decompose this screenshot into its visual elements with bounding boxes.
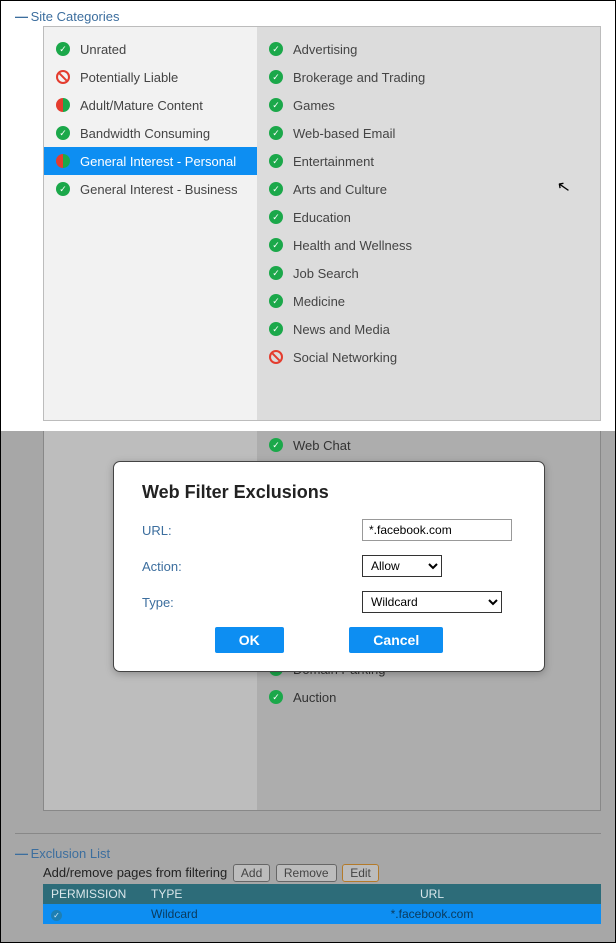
col-type: TYPE	[151, 887, 271, 901]
category-sub-item[interactable]: ✓ Arts and Culture	[257, 175, 600, 203]
type-label: Type:	[142, 595, 262, 610]
mixed-icon	[56, 98, 70, 112]
site-categories-label: Site Categories	[31, 9, 120, 24]
category-label: Adult/Mature Content	[80, 98, 203, 113]
allow-icon: ✓	[269, 98, 283, 112]
allow-icon: ✓	[269, 210, 283, 224]
category-label: Unrated	[80, 42, 126, 57]
category-label: Web Chat	[293, 438, 351, 453]
row-type: Wildcard	[151, 907, 271, 921]
allow-icon: ✓	[56, 182, 70, 196]
category-group-item[interactable]: ✓ Bandwidth Consuming	[44, 119, 257, 147]
allow-icon: ✓	[269, 126, 283, 140]
category-label: Brokerage and Trading	[293, 70, 425, 85]
allow-icon: ✓	[269, 182, 283, 196]
allow-icon: ✓	[269, 238, 283, 252]
row-url: *.facebook.com	[271, 907, 593, 921]
category-sub-item[interactable]: Social Networking	[257, 343, 600, 371]
category-panel: ✓ Unrated Potentially Liable Adult/Mature C…	[43, 26, 601, 421]
category-sub-list: ✓ Advertising ✓ Brokerage and Trading ✓ Games…	[257, 27, 600, 420]
url-label: URL:	[142, 523, 262, 538]
category-sub-item[interactable]: ✓ Education	[257, 203, 600, 231]
allow-icon: ✓	[269, 42, 283, 56]
category-label: General Interest - Personal	[80, 154, 236, 169]
site-categories-header[interactable]: — Site Categories	[15, 9, 601, 24]
category-sub-item[interactable]: ✓ Auction	[257, 683, 600, 711]
col-url: URL	[271, 887, 593, 901]
table-row[interactable]: ✓ Wildcard *.facebook.com	[43, 904, 601, 924]
allow-icon: ✓	[269, 690, 283, 704]
category-sub-item[interactable]: ✓ Job Search	[257, 259, 600, 287]
category-sub-item[interactable]: ✓ Entertainment	[257, 147, 600, 175]
category-group-item[interactable]: General Interest - Personal	[44, 147, 257, 175]
category-label: Medicine	[293, 294, 345, 309]
type-select[interactable]: Wildcard	[362, 591, 502, 613]
add-button[interactable]: Add	[233, 864, 270, 882]
category-sub-item[interactable]: ✓ Web-based Email	[257, 119, 600, 147]
category-label: Potentially Liable	[80, 70, 178, 85]
allow-icon: ✓	[269, 294, 283, 308]
ok-button[interactable]: OK	[215, 627, 284, 653]
category-sub-item[interactable]: ✓ Games	[257, 91, 600, 119]
edit-button[interactable]: Edit	[342, 864, 379, 882]
category-label: Entertainment	[293, 154, 374, 169]
category-group-item[interactable]: ✓ Unrated	[44, 35, 257, 63]
category-label: Web-based Email	[293, 126, 395, 141]
remove-button[interactable]: Remove	[276, 864, 337, 882]
category-group-item[interactable]: ✓ General Interest - Business	[44, 175, 257, 203]
category-label: Job Search	[293, 266, 359, 281]
dialog-title: Web Filter Exclusions	[142, 482, 516, 503]
category-label: Health and Wellness	[293, 238, 412, 253]
category-group-list: ✓ Unrated Potentially Liable Adult/Mature C…	[44, 27, 257, 420]
exclusion-table: PERMISSION TYPE URL ✓ Wildcard *.faceboo…	[43, 884, 601, 924]
allow-icon: ✓	[56, 42, 70, 56]
collapse-icon[interactable]: —	[15, 846, 27, 861]
allow-icon: ✓	[51, 910, 62, 921]
mixed-icon	[56, 154, 70, 168]
allow-icon: ✓	[269, 70, 283, 84]
allow-icon: ✓	[269, 266, 283, 280]
exclusion-list-header[interactable]: — Exclusion List	[15, 846, 601, 861]
cancel-button[interactable]: Cancel	[349, 627, 443, 653]
table-header: PERMISSION TYPE URL	[43, 884, 601, 904]
category-group-item[interactable]: Adult/Mature Content	[44, 91, 257, 119]
category-label: Auction	[293, 690, 336, 705]
category-sub-item[interactable]: ✓ Web Chat	[257, 431, 600, 459]
category-group-item[interactable]: Potentially Liable	[44, 63, 257, 91]
block-icon	[269, 350, 283, 364]
category-label: News and Media	[293, 322, 390, 337]
allow-icon: ✓	[56, 126, 70, 140]
category-sub-item[interactable]: ✓ Medicine	[257, 287, 600, 315]
category-label: Advertising	[293, 42, 357, 57]
category-label: Social Networking	[293, 350, 397, 365]
action-select[interactable]: Allow	[362, 555, 442, 577]
category-label: General Interest - Business	[80, 182, 238, 197]
allow-icon: ✓	[269, 322, 283, 336]
category-sub-item[interactable]: ✓ Advertising	[257, 35, 600, 63]
category-sub-item[interactable]: ✓ Brokerage and Trading	[257, 63, 600, 91]
category-sub-item[interactable]: ✓ News and Media	[257, 315, 600, 343]
category-label: Games	[293, 98, 335, 113]
category-label: Education	[293, 210, 351, 225]
allow-icon: ✓	[269, 154, 283, 168]
exclusion-list-label: Exclusion List	[31, 846, 110, 861]
category-sub-item[interactable]: ✓ Health and Wellness	[257, 231, 600, 259]
col-permission: PERMISSION	[51, 887, 151, 901]
web-filter-exclusions-dialog: Web Filter Exclusions URL: Action: Allow…	[113, 461, 545, 672]
category-label: Arts and Culture	[293, 182, 387, 197]
block-icon	[56, 70, 70, 84]
collapse-icon[interactable]: —	[15, 9, 27, 24]
allow-icon: ✓	[269, 438, 283, 452]
exclusion-hint: Add/remove pages from filtering	[43, 865, 227, 880]
action-label: Action:	[142, 559, 262, 574]
category-label: Bandwidth Consuming	[80, 126, 210, 141]
row-permission: ✓	[51, 907, 151, 921]
url-input[interactable]	[362, 519, 512, 541]
